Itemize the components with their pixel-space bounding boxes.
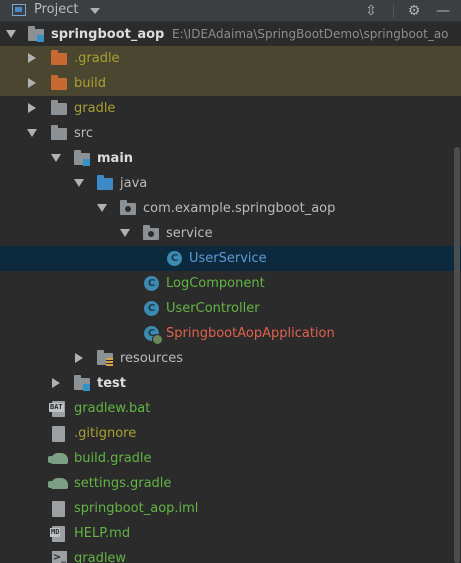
project-tool-window: Project ⇳ ⚙ — springboot_aop E:\IDEAdaim…	[0, 0, 461, 563]
tree-row-label: gradle	[74, 101, 116, 116]
tree-row-label: SpringbootAopApplication	[166, 326, 335, 341]
package-icon	[120, 200, 136, 215]
tree-row-settings-gradle[interactable]: settings.gradle	[0, 471, 461, 496]
tree-row-package[interactable]: com.example.springboot_aop	[0, 196, 461, 221]
tree-row-service[interactable]: service	[0, 221, 461, 246]
tree-row-gradlew-bat[interactable]: BAT gradlew.bat	[0, 396, 461, 421]
tree-row-src[interactable]: src	[0, 121, 461, 146]
root-module-name: springboot_aop	[51, 27, 165, 42]
tree-row-main[interactable]: main	[0, 146, 461, 171]
iml-file-icon	[52, 501, 65, 517]
tree-row-root[interactable]: springboot_aop E:\IDEAdaima\SpringBootDe…	[0, 22, 461, 47]
collapse-arrow-icon[interactable]	[28, 53, 36, 63]
gear-icon[interactable]: ⚙	[404, 2, 424, 20]
minimize-icon[interactable]: —	[434, 2, 452, 20]
collapse-arrow-icon[interactable]	[75, 353, 83, 363]
project-view-icon	[12, 4, 26, 16]
collapse-arrow-icon[interactable]	[28, 103, 36, 113]
tree-row-label: settings.gradle	[74, 476, 172, 491]
gradle-icon	[48, 453, 68, 464]
tree-row-gradle[interactable]: gradle	[0, 96, 461, 121]
tree-row-label: springboot_aop.iml	[74, 501, 199, 516]
tree-row-label: UserController	[166, 301, 260, 316]
vertical-scrollbar[interactable]	[452, 147, 461, 563]
tree-row-build-gradle[interactable]: build.gradle	[0, 446, 461, 471]
source-folder-icon	[97, 175, 113, 190]
tree-row-resources[interactable]: resources	[0, 346, 461, 371]
bat-badge: BAT	[49, 403, 64, 412]
tree-row-label: .gitignore	[74, 426, 137, 441]
package-icon	[143, 225, 159, 240]
tree-row-gitignore[interactable]: .gitignore	[0, 421, 461, 446]
expand-arrow-icon[interactable]	[6, 30, 16, 38]
class-icon: C	[144, 276, 159, 291]
expand-arrow-icon[interactable]	[97, 204, 107, 212]
resources-folder-icon	[97, 350, 113, 366]
tree-row-label: main	[97, 151, 134, 166]
expand-arrow-icon[interactable]	[27, 129, 37, 137]
tree-row-test[interactable]: test	[0, 371, 461, 396]
excluded-folder-icon	[51, 75, 67, 90]
header-divider	[393, 4, 394, 18]
collapse-arrow-icon[interactable]	[28, 78, 36, 88]
class-icon: C	[144, 301, 159, 316]
tree-row-label: test	[97, 376, 126, 391]
expand-arrow-icon[interactable]	[74, 179, 84, 187]
chevron-down-icon[interactable]	[90, 8, 100, 14]
scrollbar-thumb[interactable]	[454, 147, 460, 563]
shell-file-icon: >_	[52, 551, 67, 563]
tree-row-application[interactable]: C SpringbootAopApplication	[0, 321, 461, 346]
folder-icon	[51, 125, 67, 140]
tree-row-java[interactable]: java	[0, 171, 461, 196]
tree-row-label: com.example.springboot_aop	[143, 201, 336, 216]
tree-row-label: UserService	[189, 251, 267, 266]
tree-row-label: HELP.md	[74, 526, 131, 541]
tree-row-label: .gradle	[74, 51, 120, 66]
tool-window-header: Project ⇳ ⚙ —	[0, 0, 461, 22]
tree-row-label: LogComponent	[166, 276, 265, 291]
tree-row-logcomponent[interactable]: C LogComponent	[0, 271, 461, 296]
root-module-path: E:\IDEAdaima\SpringBootDemo\springboot_a…	[172, 27, 449, 41]
module-folder-icon	[74, 375, 90, 391]
tree-row-gradle-dir[interactable]: .gradle	[0, 46, 461, 71]
tree-row-iml[interactable]: springboot_aop.iml	[0, 496, 461, 521]
tree-row-label: build	[74, 76, 106, 91]
tree-row-userservice[interactable]: C UserService	[0, 246, 461, 271]
ignore-file-icon	[52, 426, 65, 442]
tree-row-gradlew[interactable]: >_ gradlew	[0, 546, 461, 563]
tree-row-label: resources	[120, 351, 184, 366]
excluded-folder-icon	[51, 50, 67, 65]
md-badge: MD	[50, 528, 61, 537]
collapse-arrow-icon[interactable]	[52, 378, 60, 388]
tree-row-label: build.gradle	[74, 451, 152, 466]
tree-row-label: gradlew.bat	[74, 401, 151, 416]
spring-boot-class-icon: C	[144, 326, 163, 345]
tree-row-label: gradlew	[74, 551, 127, 563]
tree-row-label: src	[74, 126, 93, 141]
folder-icon	[51, 100, 67, 115]
tree-row-label: service	[166, 226, 213, 241]
tree-row-build[interactable]: build	[0, 71, 461, 96]
tree-row-help-md[interactable]: MD HELP.md	[0, 521, 461, 546]
gradle-icon	[48, 478, 68, 489]
view-selector-label[interactable]: Project	[34, 2, 78, 17]
expand-arrow-icon[interactable]	[51, 154, 61, 162]
module-folder-icon	[74, 150, 90, 166]
module-folder-icon	[28, 26, 44, 42]
tree-row-label: java	[120, 176, 148, 191]
expand-arrow-icon[interactable]	[120, 229, 130, 237]
collapse-all-icon[interactable]: ⇳	[362, 2, 380, 20]
tree-row-usercontroller[interactable]: C UserController	[0, 296, 461, 321]
class-icon: C	[167, 251, 182, 266]
